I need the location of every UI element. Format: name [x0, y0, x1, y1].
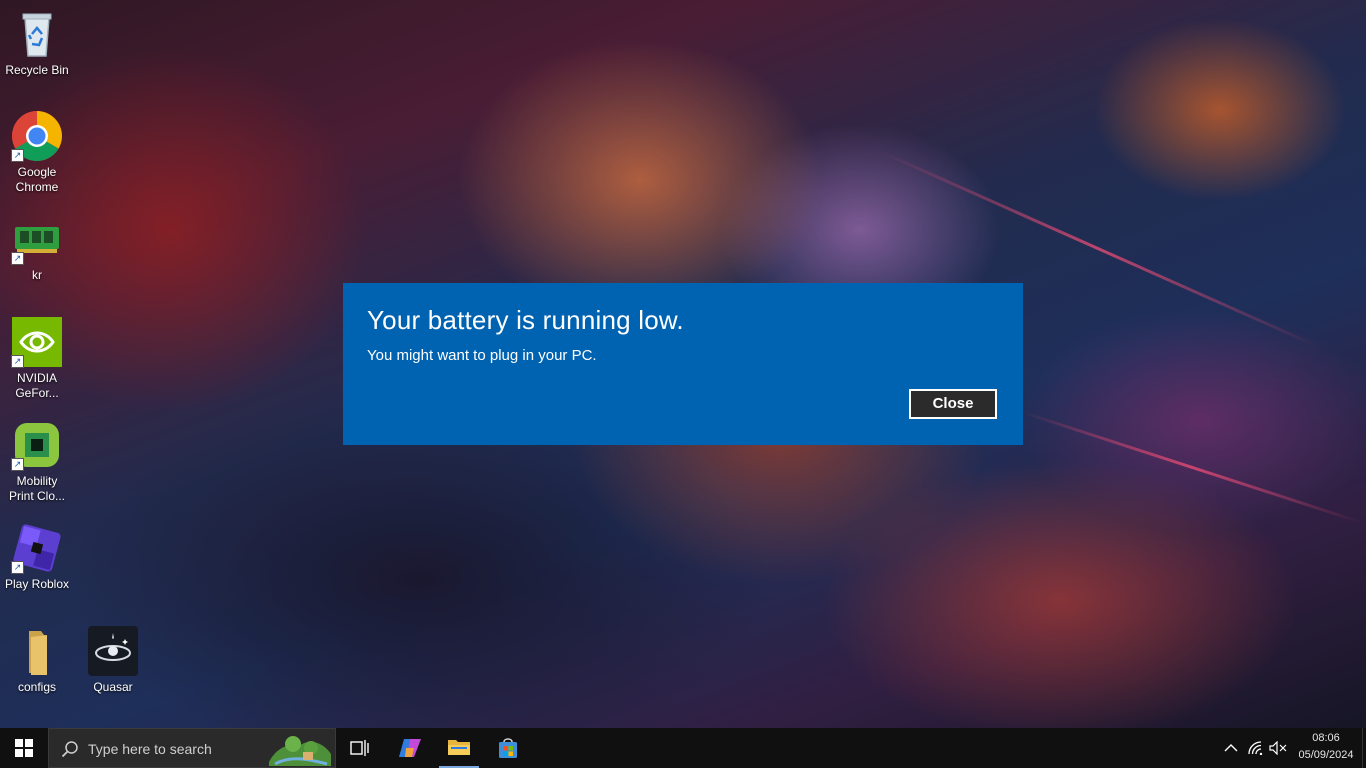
shortcut-arrow-icon: ↗: [11, 355, 24, 368]
wifi-icon: [1248, 741, 1263, 755]
desktop-icon-label: configs: [17, 680, 57, 694]
quasar-icon: [87, 625, 139, 677]
clock-date: 05/09/2024: [1298, 749, 1354, 761]
desktop-icon-label: Mobility Print Clo...: [8, 474, 65, 503]
desktop-icon-label: kr: [32, 268, 42, 282]
microsoft-store-icon: [499, 738, 517, 758]
shortcut-arrow-icon: ↗: [11, 252, 24, 265]
desktop-icon-configs[interactable]: configs: [0, 625, 74, 695]
search-box[interactable]: Type here to search: [48, 728, 336, 768]
desktop-icon-kr[interactable]: ↗ kr: [0, 213, 74, 283]
file-explorer-button[interactable]: [439, 728, 479, 768]
desktop-icon-google-chrome[interactable]: ↗ Google Chrome: [0, 110, 74, 195]
microsoft-store-button[interactable]: [488, 728, 528, 768]
search-highlight-image: [269, 736, 331, 766]
desktop-icon-label: Play Roblox: [4, 577, 70, 591]
desktop-icon-label: Recycle Bin: [5, 63, 69, 77]
search-placeholder: Type here to search: [88, 741, 212, 757]
shortcut-arrow-icon: ↗: [11, 561, 24, 574]
desktop-icon-play-roblox[interactable]: ↗ Play Roblox: [0, 522, 74, 592]
volume-button[interactable]: [1267, 728, 1289, 768]
copilot-button[interactable]: [390, 728, 430, 768]
chrome-icon: ↗: [11, 110, 63, 162]
mobility-print-icon: ↗: [11, 419, 63, 471]
desktop-icon-label: Quasar: [93, 680, 133, 694]
show-hidden-icons-button[interactable]: [1220, 728, 1242, 768]
network-button[interactable]: [1245, 728, 1267, 768]
desktop-icon-recycle-bin[interactable]: Recycle Bin: [0, 8, 74, 78]
roblox-icon: ↗: [11, 522, 63, 574]
memory-chip-icon: ↗: [11, 213, 63, 265]
file-explorer-icon: [448, 740, 470, 755]
desktop-icon-mobility-print[interactable]: ↗ Mobility Print Clo...: [0, 419, 74, 504]
chevron-up-icon: [1224, 744, 1238, 752]
task-view-icon: [350, 740, 369, 756]
battery-low-dialog: Your battery is running low. You might w…: [343, 283, 1023, 445]
desktop-icon-label: NVIDIA GeFor...: [15, 371, 59, 400]
dialog-message: You might want to plug in your PC.: [367, 347, 597, 364]
shortcut-arrow-icon: ↗: [11, 458, 24, 471]
taskbar: Type here to search 08:06 05/09/2024: [0, 728, 1366, 768]
search-icon: [61, 741, 78, 758]
recycle-bin-icon: [11, 8, 63, 60]
volume-muted-icon: [1269, 741, 1287, 755]
nvidia-icon: ↗: [11, 316, 63, 368]
clock-time: 08:06: [1312, 732, 1340, 744]
folder-icon: [11, 625, 63, 677]
desktop: Recycle Bin ↗ Google Chrome ↗ kr ↗ NVIDI…: [0, 0, 1366, 728]
close-button[interactable]: Close: [909, 389, 997, 419]
dialog-title: Your battery is running low.: [367, 305, 684, 335]
desktop-icon-label: Google Chrome: [15, 165, 59, 194]
show-desktop-button[interactable]: [1362, 728, 1366, 768]
copilot-icon: [399, 739, 421, 757]
start-button[interactable]: [0, 728, 48, 768]
desktop-icon-nvidia[interactable]: ↗ NVIDIA GeFor...: [0, 316, 74, 401]
desktop-icon-quasar[interactable]: Quasar: [76, 625, 150, 695]
shortcut-arrow-icon: ↗: [11, 149, 24, 162]
task-view-button[interactable]: [340, 728, 380, 768]
windows-logo-icon: [15, 739, 33, 757]
clock[interactable]: 08:06 05/09/2024: [1292, 728, 1360, 768]
